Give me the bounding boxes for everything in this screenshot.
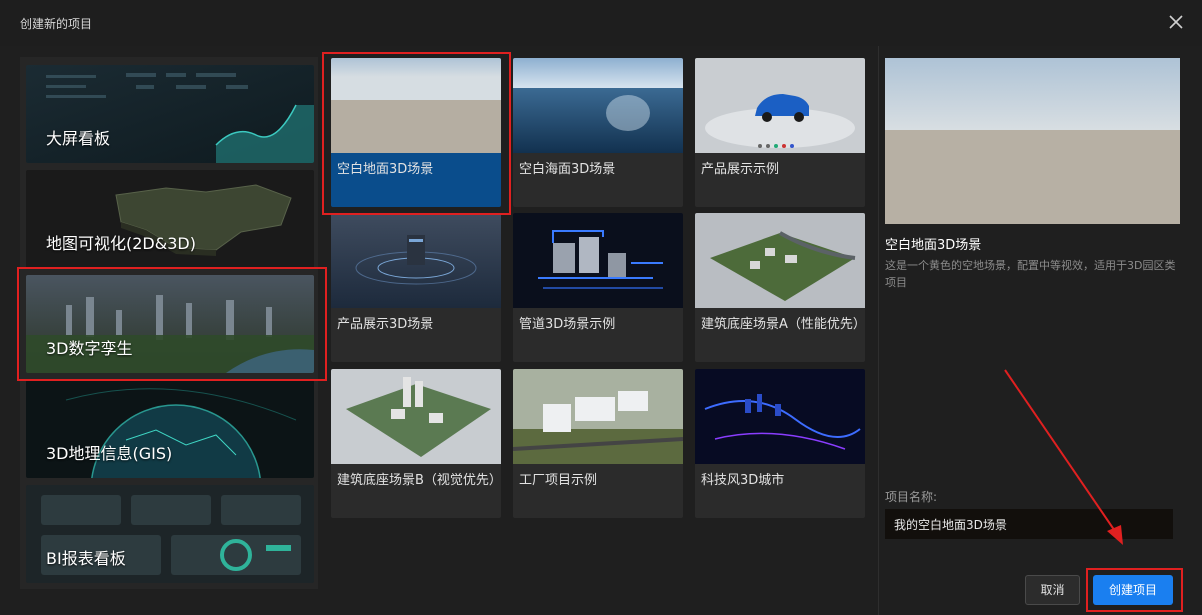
annotation-arrow-icon: [1004, 369, 1123, 545]
thumbnail: [513, 58, 683, 153]
category-gis[interactable]: 3D地理信息(GIS): [26, 380, 314, 478]
template-card-factory[interactable]: 工厂项目示例: [513, 369, 683, 518]
template-label: 工厂项目示例: [519, 473, 598, 488]
create-project-button[interactable]: 创建项目: [1093, 575, 1173, 605]
thumbnail: [331, 58, 501, 153]
thumbnail: [695, 58, 865, 153]
template-card-product-3d[interactable]: 产品展示3D场景: [331, 213, 501, 362]
thumbnail: [695, 369, 865, 464]
thumbnail: [331, 369, 501, 464]
thumbnail: [331, 213, 501, 308]
dialog-header: 创建新的项目: [0, 0, 1202, 46]
template-label: 产品展示示例: [701, 162, 780, 177]
template-label: 空白海面3D场景: [519, 162, 616, 177]
thumbnail: [695, 213, 865, 308]
template-label: 产品展示3D场景: [337, 317, 434, 332]
template-card-blank-ground[interactable]: 空白地面3D场景: [331, 58, 501, 207]
template-card-tech-city[interactable]: 科技风3D城市: [695, 369, 865, 518]
template-label: 科技风3D城市: [701, 473, 785, 488]
detail-title: 空白地面3D场景: [885, 238, 982, 253]
category-label: BI报表看板: [46, 549, 126, 568]
template-card-pipeline[interactable]: 管道3D场景示例: [513, 213, 683, 362]
close-icon[interactable]: [1166, 12, 1186, 32]
category-big-screen[interactable]: 大屏看板: [26, 65, 314, 163]
template-preview: [885, 58, 1180, 224]
dialog-title: 创建新的项目: [20, 17, 93, 31]
category-label: 3D数字孪生: [46, 339, 133, 358]
template-card-building-b[interactable]: 建筑底座场景B（视觉优先）: [331, 369, 501, 518]
template-label: 空白地面3D场景: [337, 162, 434, 177]
category-map[interactable]: 地图可视化(2D&3D): [26, 170, 314, 268]
project-name-label: 项目名称:: [885, 490, 938, 504]
template-card-building-a[interactable]: 建筑底座场景A（性能优先）: [695, 213, 865, 362]
category-bi-report[interactable]: BI报表看板: [26, 485, 314, 583]
detail-description: 这是一个黄色的空地场景，配置中等视效，适用于3D园区类项目: [885, 259, 1176, 289]
thumbnail: [513, 369, 683, 464]
category-label: 地图可视化(2D&3D): [46, 234, 196, 253]
template-card-blank-sea[interactable]: 空白海面3D场景: [513, 58, 683, 207]
template-label: 建筑底座场景B（视觉优先）: [337, 473, 501, 488]
template-label: 管道3D场景示例: [519, 317, 616, 332]
template-card-product-demo[interactable]: 产品展示示例: [695, 58, 865, 207]
cancel-button[interactable]: 取消: [1025, 575, 1080, 605]
category-label: 3D地理信息(GIS): [46, 444, 173, 463]
thumbnail: [513, 213, 683, 308]
category-label: 大屏看板: [46, 129, 111, 148]
template-label: 建筑底座场景A（性能优先）: [701, 317, 865, 332]
category-digital-twin[interactable]: 3D数字孪生: [26, 275, 314, 373]
category-list: 大屏看板 地图可视化(2D&3D) 3D数字孪生 3D地理信息(GIS) BI报…: [20, 57, 318, 589]
